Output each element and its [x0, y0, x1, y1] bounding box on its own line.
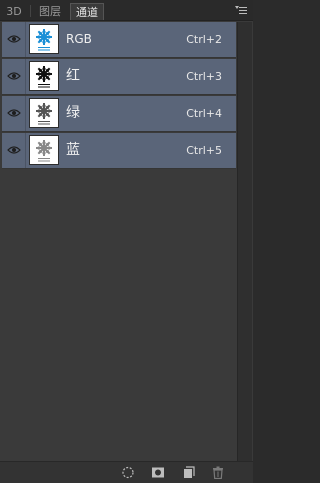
thumbnail-image [36, 140, 52, 162]
channel-shortcut: Ctrl+5 [186, 144, 222, 157]
thumbnail-image [36, 66, 52, 88]
tab-3d[interactable]: 3D [3, 3, 25, 20]
eye-icon[interactable] [7, 34, 21, 44]
channel-thumbnail [29, 24, 59, 54]
channels-panel: 3D 图层 通道 RGB Ctrl+2 红 Ctrl+3 绿 Ctrl+4 蓝 … [0, 0, 253, 483]
eye-icon[interactable] [7, 108, 21, 118]
bottom-toolbar [0, 461, 253, 483]
channel-thumbnail [29, 98, 59, 128]
dotted-circle-icon[interactable] [121, 466, 135, 479]
eye-icon[interactable] [7, 71, 21, 81]
channel-row-green[interactable]: 绿 Ctrl+4 [2, 96, 236, 132]
channel-row-blue[interactable]: 蓝 Ctrl+5 [2, 133, 236, 169]
channel-shortcut: Ctrl+4 [186, 107, 222, 120]
panel-menu-button[interactable] [235, 4, 247, 16]
tab-divider [30, 5, 31, 17]
thumbnail-image [36, 29, 52, 51]
channel-name: 绿 [66, 105, 80, 121]
new-channel-icon[interactable] [182, 466, 196, 479]
scrollbar[interactable] [237, 22, 252, 461]
channel-shortcut: Ctrl+3 [186, 70, 222, 83]
channel-name: 红 [66, 68, 80, 84]
channel-list: RGB Ctrl+2 红 Ctrl+3 绿 Ctrl+4 蓝 Ctrl+5 [2, 22, 236, 461]
eye-icon[interactable] [7, 145, 21, 155]
channel-name: RGB [66, 32, 92, 46]
tab-bar: 3D 图层 通道 [0, 0, 253, 21]
channel-name: 蓝 [66, 142, 80, 158]
channel-shortcut: Ctrl+2 [186, 33, 222, 46]
mask-icon[interactable] [151, 466, 165, 479]
channel-thumbnail [29, 61, 59, 91]
trash-icon[interactable] [211, 466, 225, 479]
thumbnail-image [36, 103, 52, 125]
tab-channels[interactable]: 通道 [70, 3, 104, 20]
channel-row-red[interactable]: 红 Ctrl+3 [2, 59, 236, 95]
tab-layers[interactable]: 图层 [33, 3, 67, 20]
channel-row-rgb[interactable]: RGB Ctrl+2 [2, 22, 236, 58]
channel-thumbnail [29, 135, 59, 165]
